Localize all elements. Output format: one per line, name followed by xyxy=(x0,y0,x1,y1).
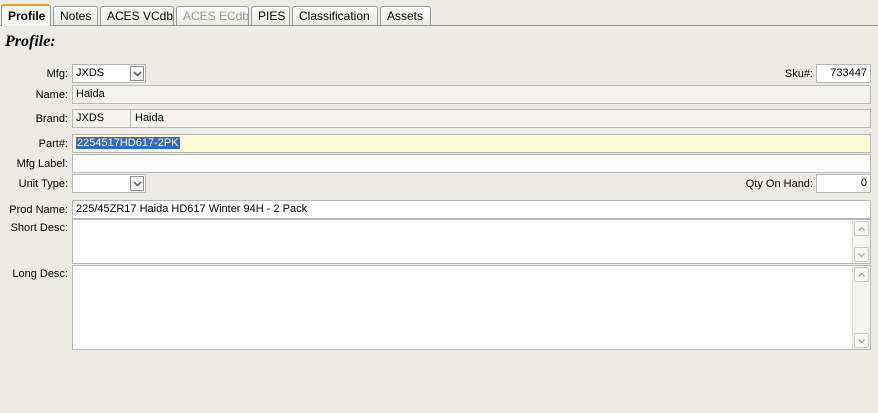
arrow-up-icon[interactable] xyxy=(854,267,869,282)
brand-name: Haida xyxy=(135,112,164,124)
short-desc-label: Short Desc: xyxy=(10,222,68,234)
chevron-down-icon[interactable] xyxy=(130,66,144,81)
part-number-value: 2254517HD617-2PK xyxy=(76,137,180,149)
tab-profile[interactable]: Profile xyxy=(1,4,51,26)
prod-name-input[interactable]: 225/45ZR17 Haida HD617 Winter 94H - 2 Pa… xyxy=(72,200,871,219)
section-title: Profile: xyxy=(5,33,56,50)
name-label: Name: xyxy=(35,89,68,101)
unit-type-dropdown[interactable] xyxy=(72,174,146,193)
tab-assets[interactable]: Assets xyxy=(380,6,431,25)
short-desc-scrollbar[interactable] xyxy=(852,220,870,263)
brand-code: JXDS xyxy=(76,112,105,124)
brand-label: Brand: xyxy=(35,113,68,125)
mfg-dropdown[interactable]: JXDS xyxy=(72,64,146,83)
mfg-label: Mfg: xyxy=(46,68,68,80)
arrow-up-icon[interactable] xyxy=(854,221,869,236)
qty-on-hand-label: Qty On Hand: xyxy=(745,178,813,190)
tab-notes[interactable]: Notes xyxy=(53,6,98,25)
mfg-label-input[interactable] xyxy=(72,154,871,173)
tab-classification[interactable]: Classification xyxy=(292,6,378,25)
sku-label: Sku#: xyxy=(784,68,813,80)
name-field[interactable]: Haida xyxy=(72,85,871,104)
brand-divider xyxy=(130,110,131,127)
unit-type-label: Unit Type: xyxy=(18,178,68,190)
long-desc-textarea[interactable] xyxy=(72,265,871,350)
sku-field[interactable]: 733447 xyxy=(816,64,871,83)
long-desc-label: Long Desc: xyxy=(12,268,68,280)
tab-aces-vcdb[interactable]: ACES VCdb xyxy=(100,6,174,25)
prod-name-label: Prod Name: xyxy=(9,204,68,216)
part-label: Part#: xyxy=(38,138,68,150)
mfg-value: JXDS xyxy=(76,67,105,79)
qty-on-hand-field[interactable]: 0 xyxy=(816,174,871,193)
long-desc-scrollbar[interactable] xyxy=(852,266,870,349)
chevron-down-icon[interactable] xyxy=(130,176,144,191)
part-number-input[interactable]: 2254517HD617-2PK xyxy=(72,134,871,153)
mfg-label-label: Mfg Label: xyxy=(16,158,68,170)
tab-pies[interactable]: PIES xyxy=(251,6,290,25)
brand-field[interactable]: JXDS Haida xyxy=(72,109,871,128)
arrow-down-icon[interactable] xyxy=(854,247,869,262)
arrow-down-icon[interactable] xyxy=(854,333,869,348)
tab-aces-ecdb: ACES ECdb xyxy=(176,6,249,25)
short-desc-textarea[interactable] xyxy=(72,219,871,264)
tab-bar: Profile Notes ACES VCdb ACES ECdb PIES C… xyxy=(0,0,878,26)
